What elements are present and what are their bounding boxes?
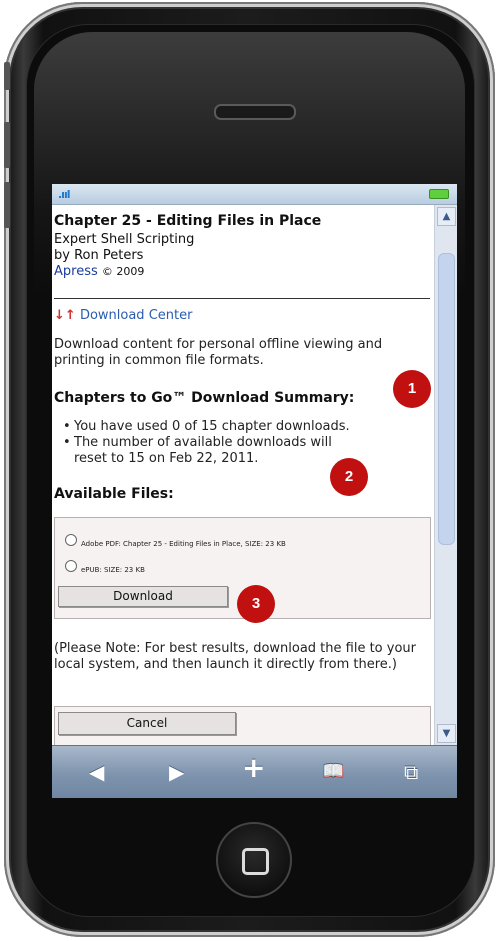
- book-title: Expert Shell Scripting: [54, 232, 195, 247]
- divider: [54, 298, 430, 299]
- scrollbar[interactable]: ▲ ▼: [434, 205, 457, 745]
- phone-screen: .ııl Chapter 25 - Editing Files in Place…: [52, 184, 457, 798]
- pdf-radio[interactable]: [65, 534, 77, 546]
- forward-icon[interactable]: ▶: [169, 760, 184, 784]
- download-center-label: Download Center: [79, 308, 193, 323]
- scroll-up-icon[interactable]: ▲: [437, 207, 456, 226]
- download-button[interactable]: Download: [58, 586, 228, 607]
- download-arrows-icon: ↓↑: [54, 308, 76, 323]
- epub-option-label: ePUB: SIZE: 23 KB: [81, 566, 145, 574]
- earpiece-speaker: [214, 104, 296, 120]
- cancel-panel: Cancel: [54, 706, 431, 748]
- back-icon[interactable]: ◀: [89, 760, 104, 784]
- download-center-link[interactable]: ↓↑ Download Center: [54, 308, 192, 323]
- signal-bars-icon: .ııl: [58, 188, 70, 201]
- bookmarks-icon[interactable]: 📖: [322, 760, 344, 784]
- summary-heading: Chapters to Go™ Download Summary:: [54, 390, 355, 406]
- note-text: (Please Note: For best results, download…: [54, 641, 416, 672]
- callout-badge: 2: [330, 458, 368, 496]
- browser-toolbar: ◀ ▶ + 📖 ⧉: [52, 745, 457, 798]
- publisher-link[interactable]: Apress: [54, 264, 98, 279]
- copyright-text: © 2009: [101, 265, 145, 278]
- add-bookmark-icon[interactable]: +: [242, 754, 265, 782]
- scroll-thumb[interactable]: [438, 253, 455, 545]
- battery-icon: [429, 189, 449, 199]
- chapter-title: Chapter 25 - Editing Files in Place: [54, 213, 322, 229]
- publisher-line: Apress © 2009: [54, 264, 144, 279]
- page-content: Chapter 25 - Editing Files in Place Expe…: [52, 205, 433, 748]
- author-line: by Ron Peters: [54, 248, 144, 263]
- volume-down-button: [4, 182, 10, 228]
- intro-text: Download content for personal offline vi…: [54, 337, 383, 368]
- available-files-heading: Available Files:: [54, 486, 174, 502]
- home-square-icon: [242, 848, 269, 875]
- pdf-option-label: Adobe PDF: Chapter 25 - Editing Files in…: [81, 540, 286, 548]
- mute-switch: [4, 62, 10, 90]
- epub-radio[interactable]: [65, 560, 77, 572]
- summary-item: The number of available downloads will r…: [63, 435, 364, 467]
- volume-up-button: [4, 122, 10, 168]
- callout-badge: 1: [393, 370, 431, 408]
- summary-item: You have used 0 of 15 chapter downloads.: [63, 419, 350, 435]
- pages-icon[interactable]: ⧉: [404, 760, 418, 784]
- callout-badge: 3: [237, 585, 275, 623]
- scroll-down-icon[interactable]: ▼: [437, 724, 456, 743]
- home-button[interactable]: [216, 822, 292, 898]
- status-bar: .ııl: [52, 184, 457, 205]
- cancel-button[interactable]: Cancel: [58, 712, 236, 735]
